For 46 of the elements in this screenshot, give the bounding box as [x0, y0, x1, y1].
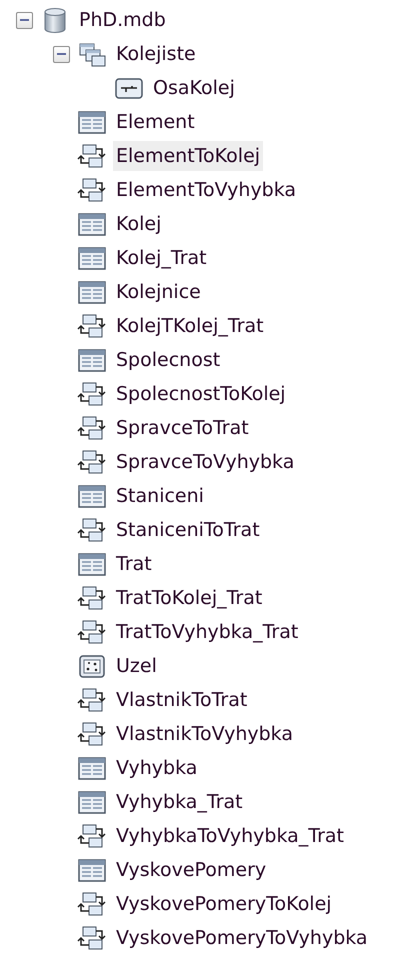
tree-item[interactable]: TratToKolej_Trat [113, 583, 266, 613]
tree-item[interactable]: VyhybkaToVyhybka_Trat [113, 821, 347, 851]
relationship-icon [77, 720, 107, 748]
tree-item[interactable]: TratToVyhybka_Trat [113, 617, 302, 647]
tree-item[interactable]: SpravceToVyhybka [113, 447, 298, 477]
tree-item[interactable]: SpolecnostToKolej [113, 379, 289, 409]
relationship-icon [77, 822, 107, 850]
tree-item[interactable]: Vyhybka_Trat [113, 787, 246, 817]
tree-item[interactable]: Kolejnice [113, 277, 204, 307]
tree-item[interactable]: ElementToVyhybka [113, 175, 300, 205]
relationship-icon [77, 414, 107, 442]
tree-item[interactable]: Kolej [113, 209, 164, 239]
minus-icon [56, 53, 66, 55]
relationship-icon [77, 890, 107, 918]
relationship-icon [77, 924, 107, 952]
collapse-toggle[interactable] [16, 12, 32, 28]
tree-item[interactable]: Trat [113, 549, 155, 579]
tree-item[interactable]: StaniceniToTrat [113, 515, 263, 545]
tree-item[interactable]: PhD.mdb [76, 5, 169, 35]
tree-item[interactable]: ElementToKolej [113, 141, 264, 171]
relationship-icon [77, 516, 107, 544]
tree-item[interactable]: Uzel [113, 651, 160, 681]
tree-item[interactable]: SpravceToTrat [113, 413, 252, 443]
relationship-icon [77, 618, 107, 646]
tree-item[interactable]: Spolecnost [113, 345, 224, 375]
tree-item[interactable]: VlastnikToTrat [113, 685, 250, 715]
tree-item[interactable]: Kolej_Trat [113, 243, 210, 273]
relationship-icon [77, 448, 107, 476]
tree-item[interactable]: VyskovePomeryToKolej [113, 889, 335, 919]
tree-item[interactable]: VlastnikToVyhybka [113, 719, 296, 749]
tree-item[interactable]: KolejTKolej_Trat [113, 311, 267, 341]
relationship-icon [77, 312, 107, 340]
collapse-toggle[interactable] [52, 46, 70, 62]
tree-item[interactable]: Kolejiste [113, 39, 199, 69]
tree-item[interactable]: Vyhybka [113, 753, 200, 783]
minus-icon [20, 19, 28, 21]
tree-item[interactable]: OsaKolej [150, 73, 238, 103]
relationship-icon [77, 142, 107, 170]
relationship-icon [77, 176, 107, 204]
relationship-icon [77, 380, 107, 408]
tree-item[interactable]: Staniceni [113, 481, 207, 511]
tree-item[interactable]: VyskovePomeryToVyhybka [113, 923, 371, 953]
relationship-icon [77, 686, 107, 714]
tree-item[interactable]: VyskovePomery [113, 855, 270, 885]
relationship-icon [77, 584, 107, 612]
tree-item[interactable]: Element [113, 107, 198, 137]
